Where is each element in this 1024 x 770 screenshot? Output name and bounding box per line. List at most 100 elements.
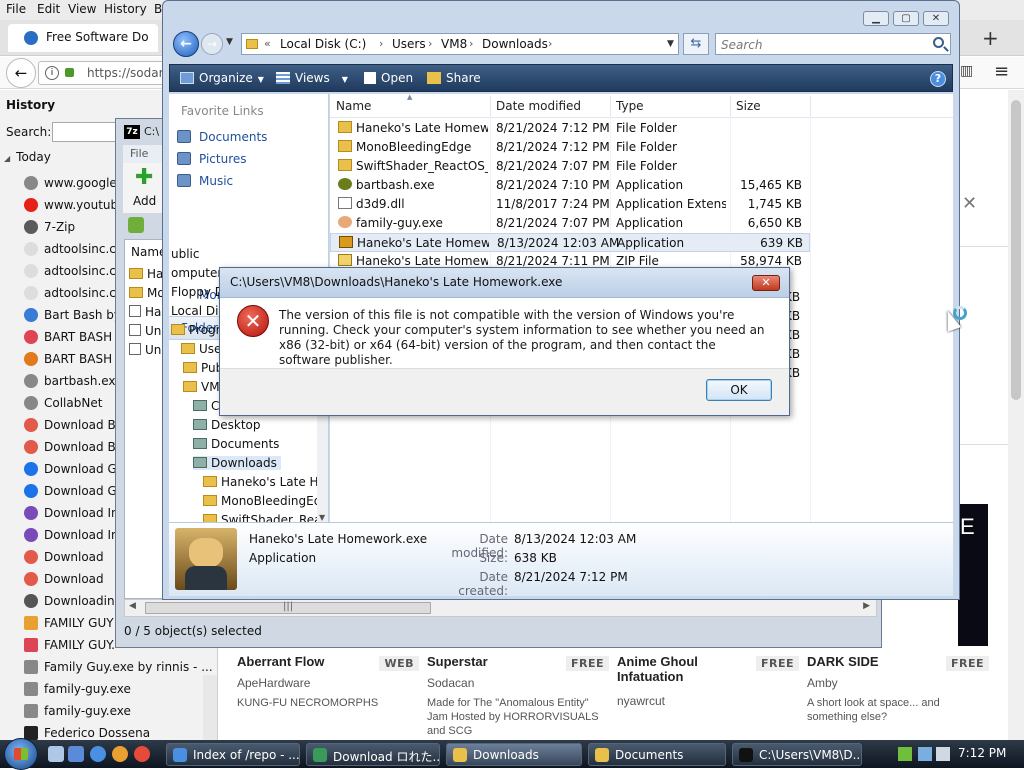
history-search-input[interactable] (52, 122, 122, 142)
promo-banner[interactable]: E (958, 504, 988, 646)
scroll-left-arrow-icon[interactable]: ◀ (129, 601, 136, 611)
list-item[interactable]: Ha (129, 305, 161, 319)
column-size[interactable]: Size (736, 99, 761, 113)
firefox-icon[interactable] (112, 746, 128, 762)
tree-item[interactable]: MonoBleedingEdg (203, 494, 328, 508)
column-divider[interactable] (490, 96, 491, 116)
menu-file[interactable]: File (130, 147, 148, 160)
tree-item[interactable]: Haneko's Late Hor (203, 475, 328, 489)
list-item[interactable]: Mo (129, 286, 165, 300)
favorite-music[interactable]: Music (177, 174, 233, 188)
favorite-pictures[interactable]: Pictures (177, 152, 247, 166)
scroll-down-arrow-icon[interactable]: ▼ (319, 513, 325, 522)
breadcrumb-separator-icon[interactable]: › (548, 37, 552, 50)
add-plus-icon[interactable]: ✚ (135, 167, 153, 189)
file-row[interactable]: MonoBleedingEdge 8/21/2024 7:12 PM File Fo… (330, 138, 810, 157)
share-button[interactable]: Share (427, 71, 481, 85)
file-row[interactable]: bartbash.exe 8/21/2024 7:10 PM Application… (330, 176, 810, 195)
column-name[interactable]: Name (336, 99, 371, 113)
file-row[interactable]: Haneko's Late Homew... 8/13/2024 12:03 AM… (330, 233, 810, 252)
breadcrumb-local-disk[interactable]: Local Disk (C:) (280, 37, 366, 51)
address-bar[interactable]: « Local Disk (C:) › Users › VM8 › Downlo… (241, 33, 679, 55)
column-divider[interactable] (810, 96, 811, 116)
volume-muted-icon[interactable] (936, 747, 950, 761)
show-desktop-icon[interactable] (48, 746, 64, 762)
game-author[interactable]: ApeHardware (237, 676, 310, 690)
history-item[interactable]: Family Guy.exe by rinnis - ... (24, 656, 214, 678)
breadcrumb-users[interactable]: Users (392, 37, 426, 51)
tree-item[interactable]: Documents (193, 437, 279, 451)
minimize-icon[interactable]: ▁ (863, 11, 889, 26)
taskbar-button[interactable]: Index of /repo - ... (166, 743, 300, 766)
game-title[interactable]: Superstar (427, 654, 567, 669)
horizontal-scrollbar[interactable]: ◀ ||| ▶ (124, 599, 877, 617)
game-title[interactable]: Anime Ghoul Infatuation (617, 654, 757, 684)
taskbar-button[interactable]: Downloads (446, 743, 582, 766)
close-icon[interactable]: ✕ (923, 11, 949, 26)
back-arrow-icon[interactable]: ← (173, 31, 199, 57)
internet-explorer-icon[interactable] (90, 746, 106, 762)
search-input[interactable]: Search (715, 33, 951, 55)
scrollbar-thumb[interactable] (1011, 100, 1021, 400)
close-icon[interactable]: ✕ (752, 275, 780, 291)
forward-arrow-icon[interactable]: → (201, 33, 223, 55)
breadcrumb-separator-icon[interactable]: › (379, 37, 383, 50)
taskbar-button[interactable]: Download ロれた... (306, 743, 440, 766)
tree-item[interactable]: Desktop (193, 418, 261, 432)
tree-item[interactable]: Downloads (193, 456, 281, 470)
breadcrumb-downloads[interactable]: Downloads (482, 37, 548, 51)
list-item[interactable]: Un (129, 324, 161, 338)
menu-file[interactable]: File (6, 2, 26, 16)
breadcrumb-separator-icon[interactable]: « (264, 37, 271, 50)
add-button-label[interactable]: Add (133, 194, 156, 208)
views-button[interactable]: Views ▼ (276, 71, 348, 85)
scroll-right-arrow-icon[interactable]: ▶ (863, 601, 870, 611)
browser-tab[interactable]: Free Software Do (8, 24, 158, 52)
recent-pages-dropdown-icon[interactable]: ▼ (226, 37, 233, 47)
scrollbar-thumb[interactable]: ||| (145, 601, 431, 614)
hamburger-menu-icon[interactable]: ≡ (994, 61, 1009, 82)
history-scrollbar[interactable] (203, 675, 217, 740)
history-item[interactable]: family-guy.exe (24, 678, 214, 700)
start-button[interactable] (4, 738, 38, 770)
game-title[interactable]: Aberrant Flow (237, 654, 377, 669)
file-row[interactable]: Haneko's Late Homew... 8/21/2024 7:12 PM F… (330, 119, 810, 138)
chrome-icon[interactable] (134, 746, 150, 762)
list-item[interactable]: Un (129, 343, 161, 357)
clock[interactable]: 7:12 PM (958, 746, 1006, 760)
library-icon[interactable]: ▥ (960, 63, 973, 79)
menu-edit[interactable]: Edit (37, 2, 60, 16)
help-icon[interactable]: ? (930, 71, 946, 87)
list-item[interactable]: Ha (129, 267, 163, 281)
file-row[interactable]: d3d9.dll 11/8/2017 7:24 PM Application Ext… (330, 195, 810, 214)
network-icon[interactable] (918, 747, 932, 761)
info-icon[interactable]: i (45, 66, 59, 80)
new-tab-plus-icon[interactable]: + (982, 26, 999, 50)
tree-item[interactable]: Floppy D (171, 285, 224, 299)
back-arrow-icon[interactable]: ← (6, 58, 36, 88)
game-author[interactable]: nyawrcut (617, 694, 665, 708)
history-item[interactable]: family-guy.exe (24, 700, 214, 722)
taskbar-button[interactable]: C:\Users\VM8\D... (732, 743, 862, 766)
switch-windows-icon[interactable] (68, 746, 84, 762)
column-divider[interactable] (730, 96, 731, 116)
error-dialog[interactable]: C:\Users\VM8\Downloads\Haneko's Late Hom… (219, 267, 790, 416)
maximize-icon[interactable]: ▢ (893, 11, 919, 26)
close-icon[interactable]: ✕ (962, 193, 977, 214)
page-scrollbar[interactable] (1008, 90, 1024, 740)
column-divider[interactable] (610, 96, 611, 116)
menu-bookmarks[interactable]: B (154, 2, 162, 16)
tree-item[interactable]: ublic (171, 247, 200, 261)
address-dropdown-icon[interactable]: ▼ (667, 39, 674, 49)
game-author[interactable]: Amby (807, 676, 838, 690)
game-author[interactable]: Sodacan (427, 676, 474, 690)
column-date-modified[interactable]: Date modified (496, 99, 581, 113)
game-title[interactable]: DARK SIDE (807, 654, 947, 669)
file-row[interactable]: family-guy.exe 8/21/2024 7:07 PM Applicati… (330, 214, 810, 233)
tree-item[interactable]: Local Dis (171, 304, 225, 318)
refresh-icon[interactable]: ⇆ (683, 33, 709, 55)
up-folder-icon[interactable] (128, 217, 144, 233)
history-group-today[interactable]: ◢ Today (4, 150, 51, 164)
tree-item[interactable]: omputer (171, 266, 222, 280)
breadcrumb-vm8[interactable]: VM8 (441, 37, 467, 51)
